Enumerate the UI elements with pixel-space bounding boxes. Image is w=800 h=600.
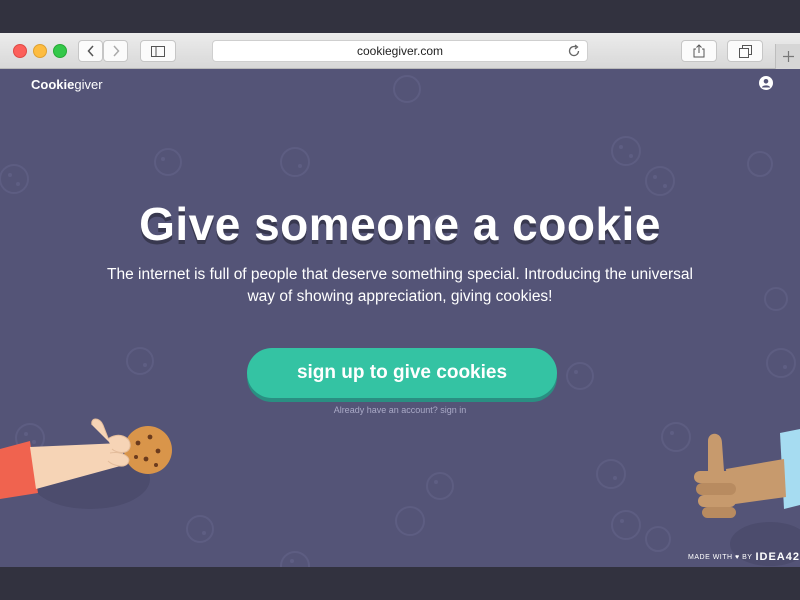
tabs-overview-button[interactable] bbox=[727, 40, 763, 62]
chevron-right-icon bbox=[112, 45, 120, 57]
site-logo[interactable]: Cookiegiver bbox=[31, 77, 103, 92]
made-by-brand: IDEA42 bbox=[755, 551, 800, 563]
chevron-left-icon bbox=[86, 45, 94, 57]
close-window-button[interactable] bbox=[13, 44, 27, 58]
signup-cta-button[interactable]: sign up to give cookies bbox=[247, 348, 557, 398]
made-with-credit[interactable]: MADE WITH ♥ BY IDEA42 bbox=[688, 551, 800, 563]
reload-icon[interactable] bbox=[568, 44, 581, 58]
sidebar-icon bbox=[151, 45, 165, 57]
account-icon[interactable] bbox=[759, 76, 773, 90]
address-bar[interactable]: cookiegiver.com bbox=[212, 40, 588, 62]
signin-link[interactable]: sign in bbox=[440, 405, 466, 415]
tabs-icon bbox=[738, 44, 752, 58]
new-tab-button[interactable] bbox=[775, 44, 800, 69]
browser-toolbar: cookiegiver.com bbox=[0, 33, 800, 69]
browser-window: cookiegiver.com Cookiegiver Give someone… bbox=[0, 33, 800, 567]
hero-subtitle: The internet is full of people that dese… bbox=[107, 266, 693, 305]
zoom-window-button[interactable] bbox=[53, 44, 67, 58]
url-text: cookiegiver.com bbox=[356, 44, 444, 58]
minimize-window-button[interactable] bbox=[33, 44, 47, 58]
sidebar-button[interactable] bbox=[140, 40, 176, 62]
share-icon bbox=[693, 44, 705, 58]
hero-headline: Give someone a cookie bbox=[139, 198, 661, 250]
back-button[interactable] bbox=[78, 40, 103, 62]
forward-button[interactable] bbox=[103, 40, 128, 62]
plus-icon bbox=[782, 51, 794, 62]
webpage: Cookiegiver Give someone a cookie The in… bbox=[0, 69, 800, 567]
made-with-text: MADE WITH ♥ BY bbox=[688, 553, 753, 561]
logo-text: giver bbox=[74, 77, 103, 92]
thumbs-up-hand-illustration bbox=[694, 429, 800, 518]
signin-prefix: Already have an account? bbox=[333, 405, 438, 415]
hand-holding-cookie-illustration bbox=[0, 418, 172, 499]
logo-bold-text: Cookie bbox=[31, 77, 75, 92]
share-button[interactable] bbox=[681, 40, 717, 62]
